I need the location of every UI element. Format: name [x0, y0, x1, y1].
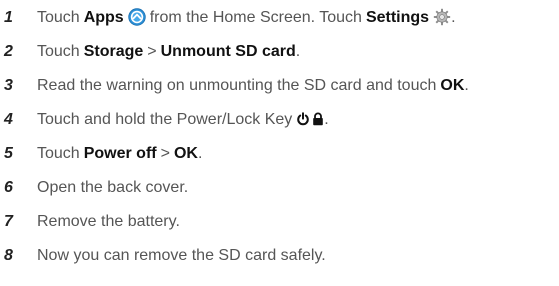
step-text: . — [197, 145, 203, 162]
step-4: 4 Touch and hold the Power/Lock Key . — [0, 105, 329, 135]
step-text: . — [295, 43, 301, 60]
step-number: 1 — [4, 9, 13, 26]
step-number: 2 — [4, 43, 13, 60]
step-number: 6 — [4, 179, 13, 196]
step-6: 6 Open the back cover. — [0, 173, 188, 203]
separator: > — [147, 43, 157, 60]
step-1: 1 Touch Apps from the Home Screen. Touch… — [0, 3, 456, 33]
step-number: 4 — [4, 111, 13, 128]
power-off-label: Power off — [83, 145, 157, 162]
step-7: 7 Remove the battery. — [0, 207, 180, 237]
step-text: Now you can remove the SD card safely. — [37, 247, 326, 264]
apps-label: Apps — [83, 9, 124, 26]
step-text: . — [464, 77, 469, 94]
step-number: 7 — [4, 213, 13, 230]
step-text: . — [451, 9, 456, 26]
step-5: 5 Touch Power off > OK . — [0, 139, 202, 169]
step-text: Touch — [37, 43, 80, 60]
settings-icon — [433, 8, 451, 26]
step-number: 8 — [4, 247, 13, 264]
step-3: 3 Read the warning on unmounting the SD … — [0, 71, 469, 101]
step-text: Read the warning on unmounting the SD ca… — [37, 77, 437, 94]
apps-icon — [128, 8, 146, 26]
lock-icon — [312, 112, 324, 126]
settings-label: Settings — [365, 9, 430, 26]
separator: > — [160, 145, 170, 162]
step-2: 2 Touch Storage > Unmount SD card . — [0, 37, 300, 67]
step-8: 8 Now you can remove the SD card safely. — [0, 241, 326, 271]
step-text: from the Home Screen. Touch — [149, 9, 362, 26]
unmount-sd-label: Unmount SD card — [160, 43, 296, 60]
step-text: Touch — [37, 9, 80, 26]
ok-label: OK — [173, 145, 198, 162]
step-number: 3 — [4, 77, 13, 94]
step-text: Touch — [37, 145, 80, 162]
step-text: . — [324, 111, 329, 128]
step-text: Touch and hold the Power/Lock Key — [37, 111, 293, 128]
power-icon — [296, 112, 310, 126]
storage-label: Storage — [83, 43, 144, 60]
step-text: Open the back cover. — [37, 179, 189, 196]
step-text: Remove the battery. — [37, 213, 180, 230]
ok-label: OK — [440, 77, 465, 94]
step-number: 5 — [4, 145, 13, 162]
